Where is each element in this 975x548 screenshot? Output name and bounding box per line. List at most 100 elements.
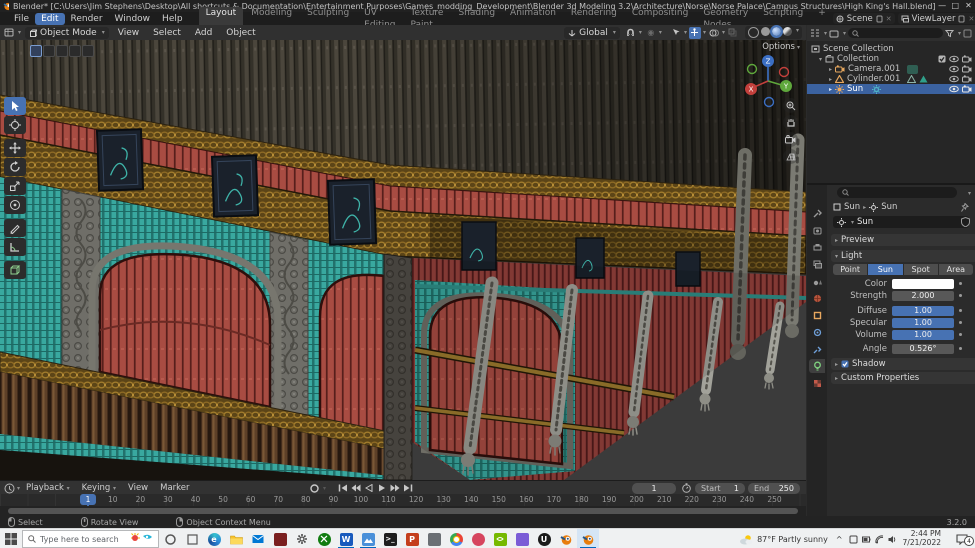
weather-icon[interactable] [739,534,753,545]
blender-app-icon[interactable] [555,529,577,548]
properties-options-caret[interactable]: ▾ [968,190,971,197]
options-dropdown[interactable]: Options▾ [762,42,800,52]
timeline-tick[interactable]: 60 [246,495,256,504]
gizmo-neg-y[interactable] [748,65,757,74]
properties-search-input[interactable] [837,187,957,198]
blender-app-icon-active[interactable] [577,529,599,548]
outliner-row-scene-collection[interactable]: Scene Collection [807,44,975,54]
menu-item[interactable]: Help [156,13,189,25]
disclosure-icon[interactable]: ▾ [819,56,822,63]
new-collection-icon[interactable] [829,29,839,38]
select-mode-invert[interactable] [69,45,81,57]
hide-eye-icon[interactable] [949,55,959,63]
jump-to-start-button[interactable] [336,483,349,494]
current-frame-field[interactable]: 1 [632,483,676,494]
outliner-row-sun[interactable]: ▸ Sun [807,84,975,94]
stopwatch-icon[interactable] [682,483,691,493]
viewlayer-selector[interactable]: ViewLayer ✕ [898,13,975,24]
shadow-checkbox[interactable] [841,360,849,368]
breadcrumb-object[interactable]: Sun [844,202,860,212]
camera-view-icon[interactable] [783,132,798,147]
auto-keyframe-record-button[interactable] [308,483,321,494]
disable-render-icon[interactable] [962,65,972,73]
gizmo-z-label[interactable]: Z [766,58,771,66]
timeline-tick[interactable]: 210 [657,495,671,504]
move-tool[interactable] [4,139,26,157]
select-mode-subtract[interactable] [56,45,68,57]
timeline-ruler[interactable]: 1020304050607080901001101201301401501601… [0,494,806,506]
timeline-tick[interactable]: 230 [712,495,726,504]
select-mode-new[interactable] [30,45,42,57]
unlink-scene-icon[interactable]: ✕ [886,15,892,23]
add-cube-tool[interactable] [4,261,26,279]
jump-to-end-button[interactable] [401,483,414,494]
disclosure-icon[interactable]: ▸ [829,66,832,73]
timeline-tick[interactable]: 130 [436,495,450,504]
hide-eye-icon[interactable] [949,85,959,93]
show-overlays-icon[interactable] [708,27,720,39]
breadcrumb-data[interactable]: Sun [881,202,897,212]
light-type-button[interactable]: Point [833,264,867,275]
pin-icon[interactable] [961,203,969,212]
measure-tool[interactable] [4,238,26,256]
scene-selector[interactable]: Scene ✕ [833,13,895,24]
specular-slider[interactable]: 1.00 [892,318,954,328]
panel-custom-properties[interactable]: ▸Custom Properties [831,372,975,384]
tab-render[interactable] [809,223,825,237]
animate-dot[interactable] [959,282,962,285]
timeline-scrollbar[interactable] [0,506,806,516]
task-view-button[interactable] [181,529,203,548]
clock[interactable]: 2:44 PM 7/21/2022 [903,530,941,547]
tab-object[interactable] [809,308,825,322]
light-type-button[interactable]: Sun [868,264,902,275]
disclosure-icon[interactable]: ▸ [829,76,832,83]
timeline-tick[interactable]: 40 [191,495,201,504]
remove-viewlayer-icon[interactable]: ✕ [968,15,974,23]
menu-item[interactable]: Render [65,13,109,25]
transform-tool[interactable] [4,196,26,214]
hide-eye-icon[interactable] [949,75,959,83]
word-icon[interactable]: W [335,529,357,548]
timeline-tick[interactable]: 30 [163,495,173,504]
menu-item[interactable]: Edit [35,13,64,25]
display-mode-icon[interactable] [810,28,820,38]
tab-output[interactable] [809,240,825,254]
timeline-tick[interactable]: 160 [519,495,533,504]
timeline-tick[interactable]: 220 [685,495,699,504]
taskbar-search-input[interactable]: Type here to search [22,530,159,548]
powerpoint-icon[interactable]: P [401,529,423,548]
viewport-menu-item[interactable]: Add [188,28,219,38]
disclosure-icon[interactable]: ▸ [829,86,832,93]
strength-field[interactable]: 2.000 [892,291,954,301]
disable-render-icon[interactable] [962,75,972,83]
viewport-menu-item[interactable]: View [111,28,146,38]
editor-type-icon[interactable] [4,27,16,38]
tray-expand-caret[interactable]: ^ [836,535,843,544]
outliner-options-icon[interactable] [963,29,972,38]
tray-volume-icon[interactable] [888,535,897,544]
tab-texture[interactable] [809,376,825,390]
snap-magnet-icon[interactable] [625,27,637,39]
timeline-menu-item[interactable]: View [122,483,154,493]
tab-world[interactable] [809,291,825,305]
cortana-button[interactable] [159,529,181,548]
timeline-tick[interactable]: 250 [767,495,781,504]
timeline-tick[interactable]: 180 [574,495,588,504]
material-preview-icon[interactable] [772,27,781,36]
minimize-button[interactable]: — [936,0,949,12]
solid-shading-icon[interactable] [761,27,770,36]
select-box-tool[interactable] [4,97,26,115]
timeline-menu-item[interactable]: Playback ▾ [20,483,76,493]
tray-network-icon[interactable] [875,535,884,544]
animate-dot[interactable] [959,309,962,312]
panel-preview[interactable]: ▸Preview [831,234,975,246]
outliner-row-camera[interactable]: ▸ Camera.001 [807,64,975,74]
rendered-shading-icon[interactable] [783,27,792,36]
gizmo-y-label[interactable]: Y [783,83,789,91]
perspective-toggle-icon[interactable] [783,149,798,164]
angle-field[interactable]: 0.526° [892,344,954,354]
color-swatch[interactable] [892,279,954,289]
settings-icon[interactable] [291,529,313,548]
timeline-tick[interactable]: 120 [409,495,423,504]
tab-view-layer[interactable] [809,257,825,271]
